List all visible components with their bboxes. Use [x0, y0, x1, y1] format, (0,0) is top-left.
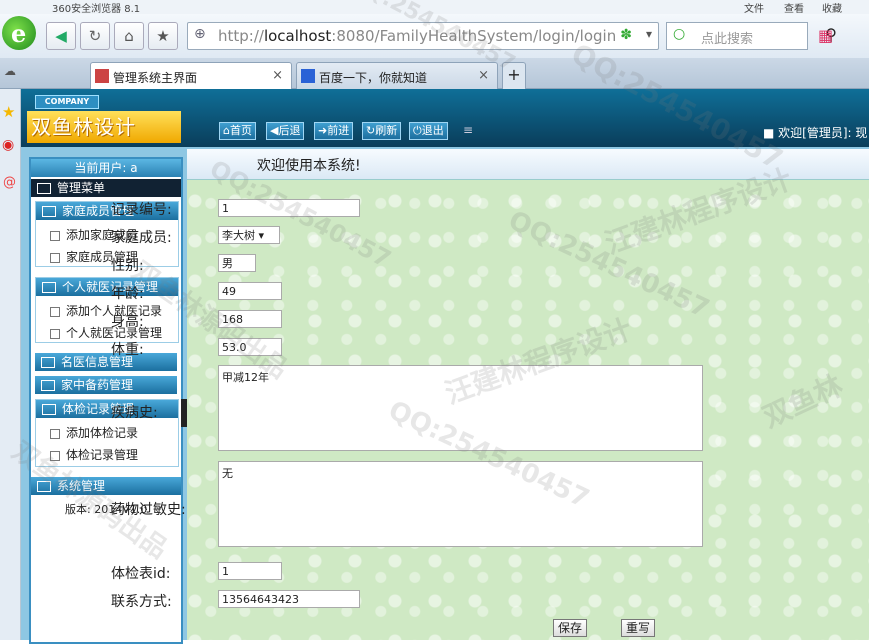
grid-icon [37, 183, 51, 194]
folder-icon [42, 404, 56, 415]
nav-refresh-button[interactable]: ↻刷新 [362, 122, 402, 140]
browser-title-bar: 360安全浏览器 8.1 文件 查看 收藏 [0, 0, 869, 15]
label-record-no: 记录编号: [111, 202, 172, 218]
select-member[interactable]: 李大树 ▾ [218, 226, 280, 244]
home-button[interactable]: ⌂ [114, 22, 144, 50]
back-button[interactable]: ◀ [46, 22, 76, 50]
link-manage-exam[interactable]: 体检记录管理 [50, 446, 138, 463]
nav-logout-button[interactable]: ⏻退出 [409, 122, 448, 140]
label-member: 家庭成员: [111, 230, 172, 246]
reset-button[interactable]: 重写 [621, 619, 656, 637]
brand-logo: 双鱼林设计 [27, 111, 181, 143]
nav-back-button[interactable]: ◀后退 [266, 122, 305, 140]
menu-favorites[interactable]: 收藏 [822, 0, 842, 15]
favorites-star-icon[interactable]: ★ [2, 103, 15, 121]
search-input[interactable]: 点此搜索 [701, 28, 753, 47]
baidu-favicon-icon [301, 69, 315, 83]
menu-view[interactable]: 查看 [784, 0, 804, 15]
weibo-icon[interactable]: ◉ [2, 137, 14, 153]
label-height: 身高: [111, 314, 144, 330]
close-tab-icon[interactable]: × [272, 68, 283, 83]
refresh-button[interactable]: ↻ [80, 22, 110, 50]
app-banner: COMPANY 双鱼林设计 ⌂首页 ◀后退 ➜前进 ↻刷新 ⏻退出 ≡ ■ 欢迎… [21, 89, 869, 147]
folder-icon [37, 481, 51, 492]
menu-title: 管理菜单 [31, 179, 181, 197]
browser-title: 360安全浏览器 8.1 [52, 4, 141, 15]
folder-icon [42, 206, 56, 217]
browser-logo-icon: e [2, 16, 36, 50]
mail-icon[interactable]: @ [3, 175, 16, 190]
label-exam-id: 体检表id: [111, 566, 171, 582]
address-bar[interactable]: ⊕ http://localhost:8080/FamilyHealthSyst… [187, 22, 659, 50]
compat-mode-icon[interactable]: ✽ [620, 27, 632, 43]
field-gender[interactable]: 男 [218, 254, 256, 272]
search-engine-icon[interactable]: ○ [673, 26, 685, 42]
label-contact: 联系方式: [111, 594, 172, 610]
system-title[interactable]: 系统管理 [31, 477, 181, 495]
security-icon: ⊕ [194, 26, 206, 42]
link-add-medical[interactable]: 添加个人就医记录 [50, 302, 162, 319]
field-age[interactable]: 49 [218, 282, 282, 300]
address-dropdown-icon[interactable]: ▾ [646, 27, 652, 41]
label-age: 年龄: [111, 286, 144, 302]
browser-toolbar: e ◀ ↻ ⌂ ★ ⊕ http://localhost:8080/Family… [0, 14, 869, 59]
label-weight: 体重: [111, 342, 144, 358]
group-title-medical[interactable]: 个人就医记录管理 [36, 278, 178, 296]
field-weight[interactable]: 53.0 [218, 338, 282, 356]
page-heading: 欢迎使用本系统! [257, 158, 361, 174]
company-label: COMPANY [35, 95, 99, 109]
side-toolbar: ★ ◉ @ [0, 89, 21, 640]
tab-admin-main[interactable]: 管理系统主界面 × [90, 62, 292, 89]
chevron-down-icon: ▾ [258, 229, 265, 242]
group-title-doctors[interactable]: 名医信息管理 [35, 353, 177, 371]
page-favicon-icon [95, 69, 109, 83]
menu-file[interactable]: 文件 [744, 0, 764, 15]
field-record-no[interactable]: 1 [218, 199, 360, 217]
current-user: 当前用户: a [31, 159, 181, 177]
link-manage-medical[interactable]: 个人就医记录管理 [50, 324, 162, 341]
textarea-allergy[interactable]: 无 [218, 461, 703, 547]
address-url: http://localhost:8080/FamilyHealthSystem… [218, 27, 617, 45]
label-gender: 性别: [111, 258, 144, 274]
nav-home-button[interactable]: ⌂首页 [219, 122, 256, 140]
link-add-exam[interactable]: 添加体检记录 [50, 424, 138, 441]
toolbar-menu-icon[interactable]: ≡ [463, 123, 473, 137]
apps-grid-icon[interactable]: ▦ [818, 26, 833, 45]
welcome-text: ■ 欢迎[管理员]: 现 [763, 126, 868, 140]
folder-icon [41, 380, 55, 391]
search-box[interactable]: ○ 点此搜索 ⚲ [666, 22, 837, 50]
save-button[interactable]: 保存 [553, 619, 588, 637]
folder-icon [41, 357, 55, 368]
label-allergy: 药物过敏史: [111, 502, 186, 518]
group-title-medicine[interactable]: 家中备药管理 [35, 376, 177, 394]
folder-icon [42, 282, 56, 293]
field-exam-id[interactable]: 1 [218, 562, 282, 580]
tab-baidu[interactable]: 百度一下，你就知道 × [296, 62, 498, 89]
field-contact[interactable]: 13564643423 [218, 590, 360, 608]
label-history: 疾病史: [111, 405, 158, 421]
tab-bar: ☁ 管理系统主界面 × 百度一下，你就知道 × + [0, 58, 869, 89]
field-height[interactable]: 168 [218, 310, 282, 328]
close-tab-icon[interactable]: × [478, 68, 489, 83]
group-medical: 个人就医记录管理 添加个人就医记录 个人就医记录管理 [35, 277, 179, 343]
new-tab-button[interactable]: + [502, 62, 526, 89]
favorite-star-button[interactable]: ★ [148, 22, 178, 50]
cloud-icon[interactable]: ☁ [4, 64, 16, 78]
app-frame: COMPANY 双鱼林设计 ⌂首页 ◀后退 ➜前进 ↻刷新 ⏻退出 ≡ ■ 欢迎… [21, 89, 869, 644]
page-heading-bar: 欢迎使用本系统! [187, 149, 869, 180]
nav-forward-button[interactable]: ➜前进 [314, 122, 354, 140]
textarea-history[interactable]: 甲减12年 [218, 365, 703, 451]
